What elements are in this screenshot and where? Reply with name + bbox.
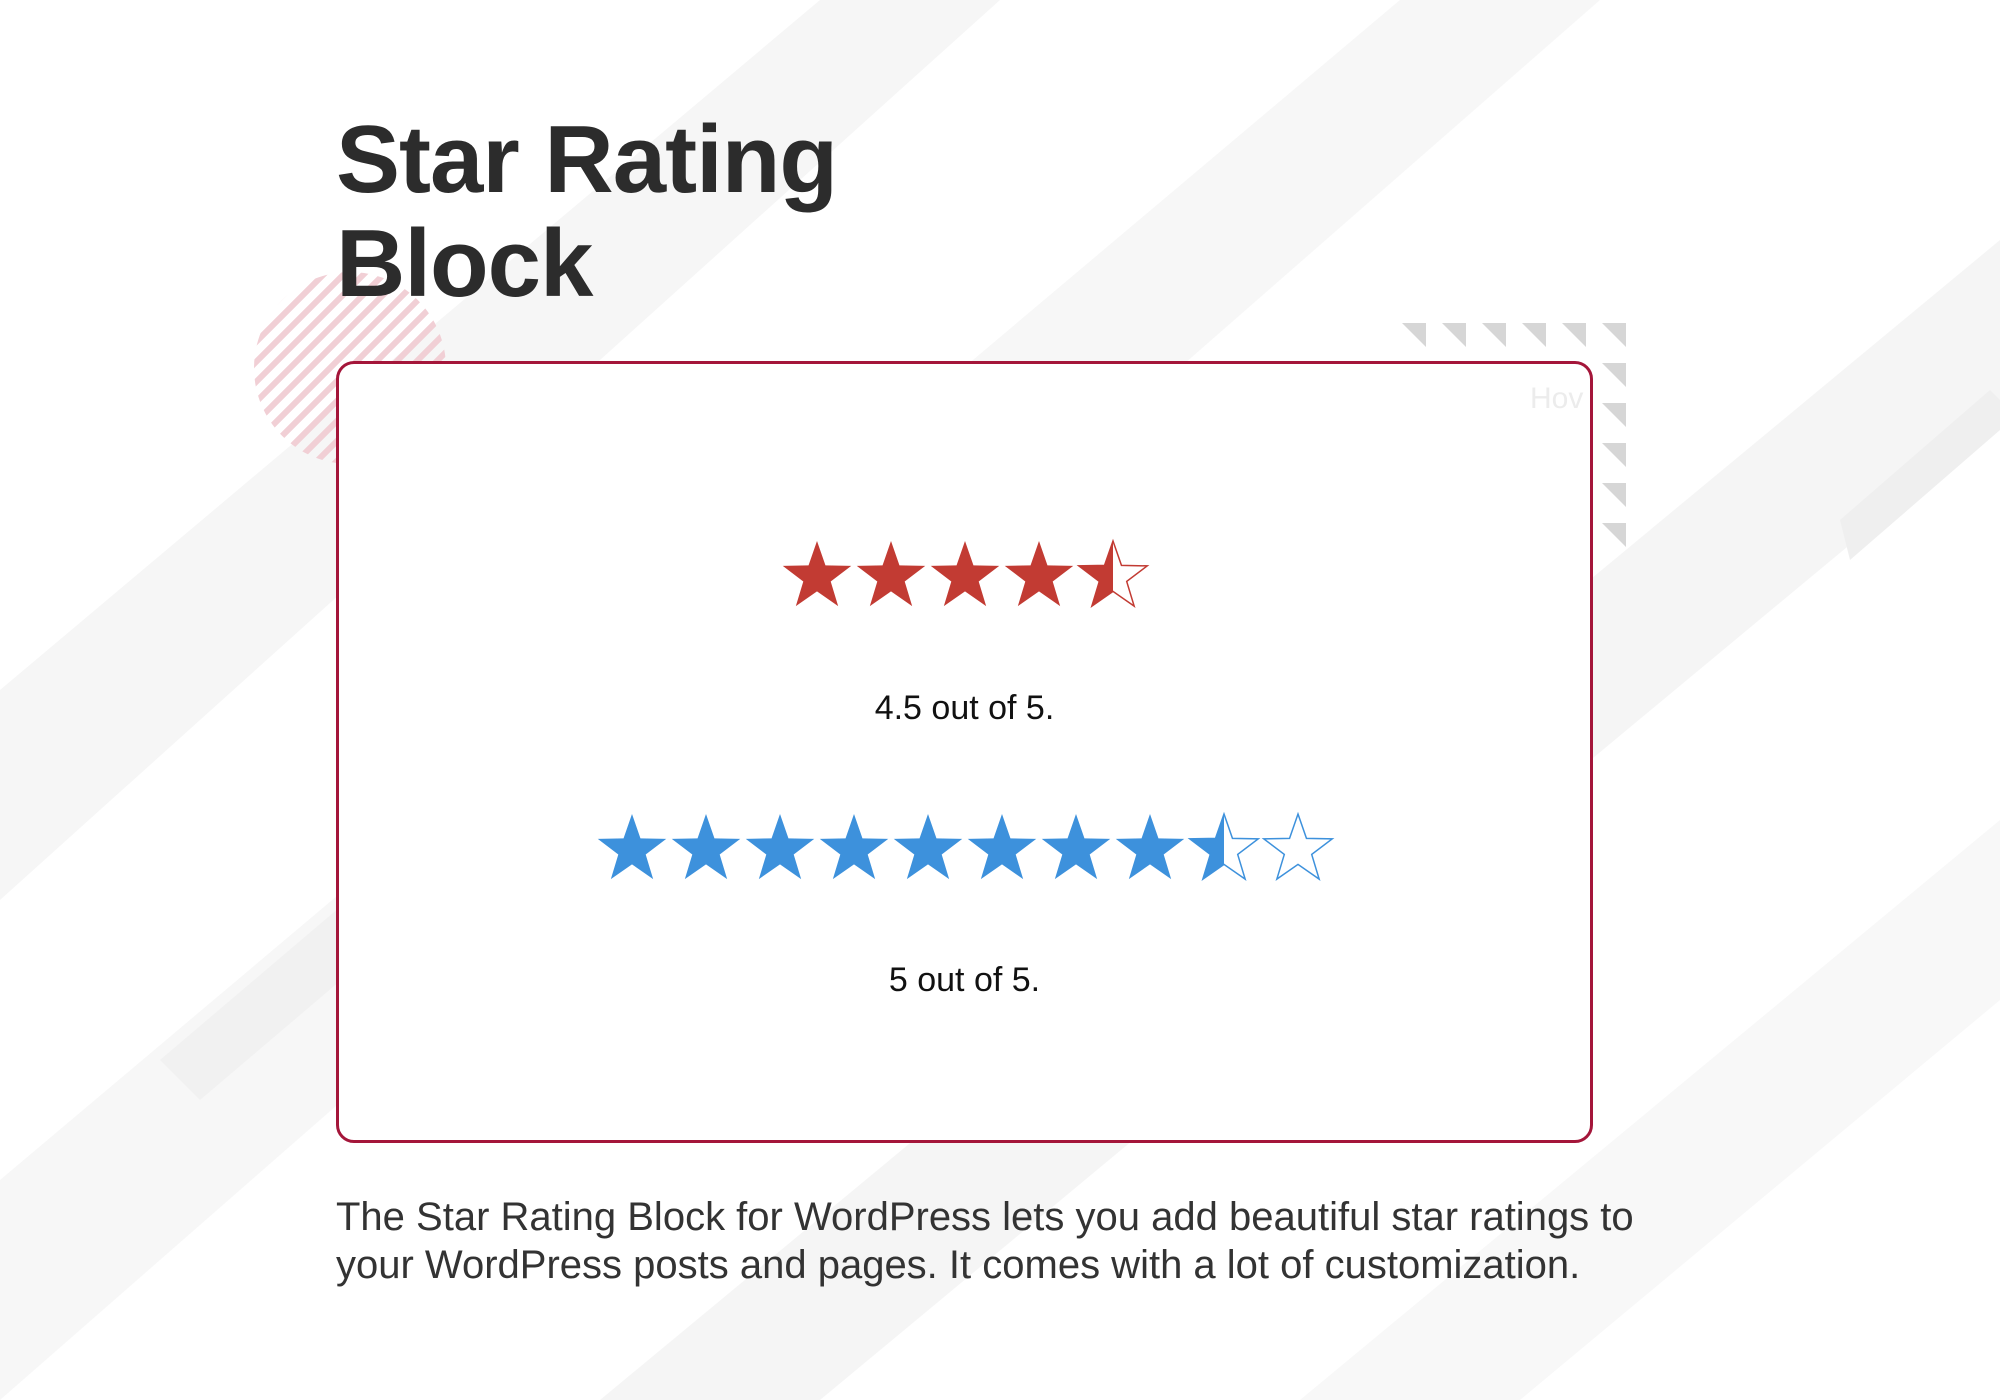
rating-caption-blue: 5 out of 5. xyxy=(888,961,1041,999)
star-half-icon[interactable] xyxy=(1187,811,1260,881)
star-icon[interactable] xyxy=(671,814,740,880)
star-icon[interactable] xyxy=(930,541,999,607)
page-title-line1: Star Rating xyxy=(336,106,838,213)
star-icon[interactable] xyxy=(1004,541,1073,607)
star-rating-red-stars xyxy=(782,538,1149,608)
block-description: The Star Rating Block for WordPress lets… xyxy=(336,1193,1756,1289)
rating-caption-red: 4.5 out of 5. xyxy=(874,689,1055,727)
star-icon[interactable] xyxy=(597,814,666,880)
hover-hint-label: Hov xyxy=(1530,382,1584,415)
description-line2: your WordPress posts and pages. It comes… xyxy=(336,1243,1581,1287)
page-title: Star Rating Block xyxy=(336,108,1036,316)
star-half-icon[interactable] xyxy=(1076,538,1149,608)
star-icon[interactable] xyxy=(1041,814,1110,880)
star-rating-blue[interactable] xyxy=(339,810,1590,884)
star-icon[interactable] xyxy=(782,541,851,607)
star-rating-red[interactable] xyxy=(339,537,1590,611)
star-rating-demo-card: Hov 4.5 out of 5. 5 out of 5. xyxy=(336,361,1593,1143)
star-icon[interactable] xyxy=(856,541,925,607)
star-icon[interactable] xyxy=(745,814,814,880)
description-line1: The Star Rating Block for WordPress lets… xyxy=(336,1195,1634,1239)
star-icon[interactable] xyxy=(893,814,962,880)
star-icon[interactable] xyxy=(967,814,1036,880)
star-outline-icon[interactable] xyxy=(1261,811,1334,881)
star-rating-blue-stars xyxy=(597,811,1334,881)
star-icon[interactable] xyxy=(819,814,888,880)
page-title-line2: Block xyxy=(336,210,593,317)
star-icon[interactable] xyxy=(1115,814,1184,880)
